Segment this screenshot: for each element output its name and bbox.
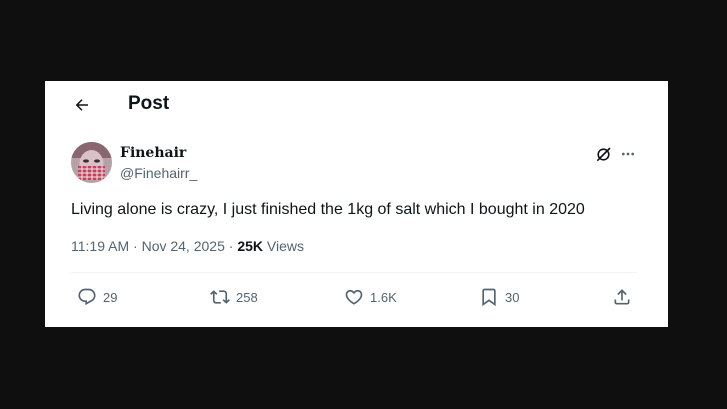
tweet-time[interactable]: 11:19 AM [71, 238, 129, 254]
meta-separator: · [129, 238, 142, 254]
tweet-date[interactable]: Nov 24, 2025 [142, 238, 225, 254]
share-icon [614, 289, 630, 305]
arrow-left-icon [75, 99, 88, 111]
author-handle[interactable]: @Finehairr_ [120, 165, 197, 181]
author-display-name[interactable]: Finehair [120, 145, 186, 161]
page-title: Post [128, 93, 170, 114]
repost-icon [210, 290, 230, 304]
bookmark-button[interactable]: 30 [479, 286, 519, 308]
meta-separator: · [224, 238, 238, 254]
grok-button[interactable] [592, 143, 614, 165]
divider [71, 272, 637, 273]
like-count: 1.6K [370, 289, 397, 305]
avatar[interactable] [71, 142, 112, 183]
repost-count: 258 [236, 289, 258, 305]
reply-count: 29 [103, 289, 118, 305]
share-button[interactable] [612, 286, 632, 308]
bookmark-icon [482, 288, 496, 307]
tweet-text: Living alone is crazy, I just finished t… [71, 201, 585, 218]
grok-icon [596, 147, 610, 161]
views-label: Views [263, 238, 304, 254]
views-count: 25K [237, 238, 264, 254]
post-header: Post [45, 81, 668, 129]
repost-button[interactable]: 258 [210, 286, 258, 308]
reply-icon [78, 288, 96, 306]
post-card: Post Finehair @Finehairr_ Living alone i… [45, 81, 668, 327]
reply-button[interactable]: 29 [77, 286, 117, 308]
more-icon [622, 152, 634, 156]
tweet-meta: 11:19 AM · Nov 24, 2025 · 25K Views [71, 238, 304, 254]
more-options-button[interactable] [617, 143, 639, 165]
heart-icon [345, 289, 363, 305]
bookmark-count: 30 [505, 289, 520, 305]
back-button[interactable] [71, 94, 93, 116]
like-button[interactable]: 1.6K [344, 286, 397, 308]
avatar-image [71, 142, 112, 183]
